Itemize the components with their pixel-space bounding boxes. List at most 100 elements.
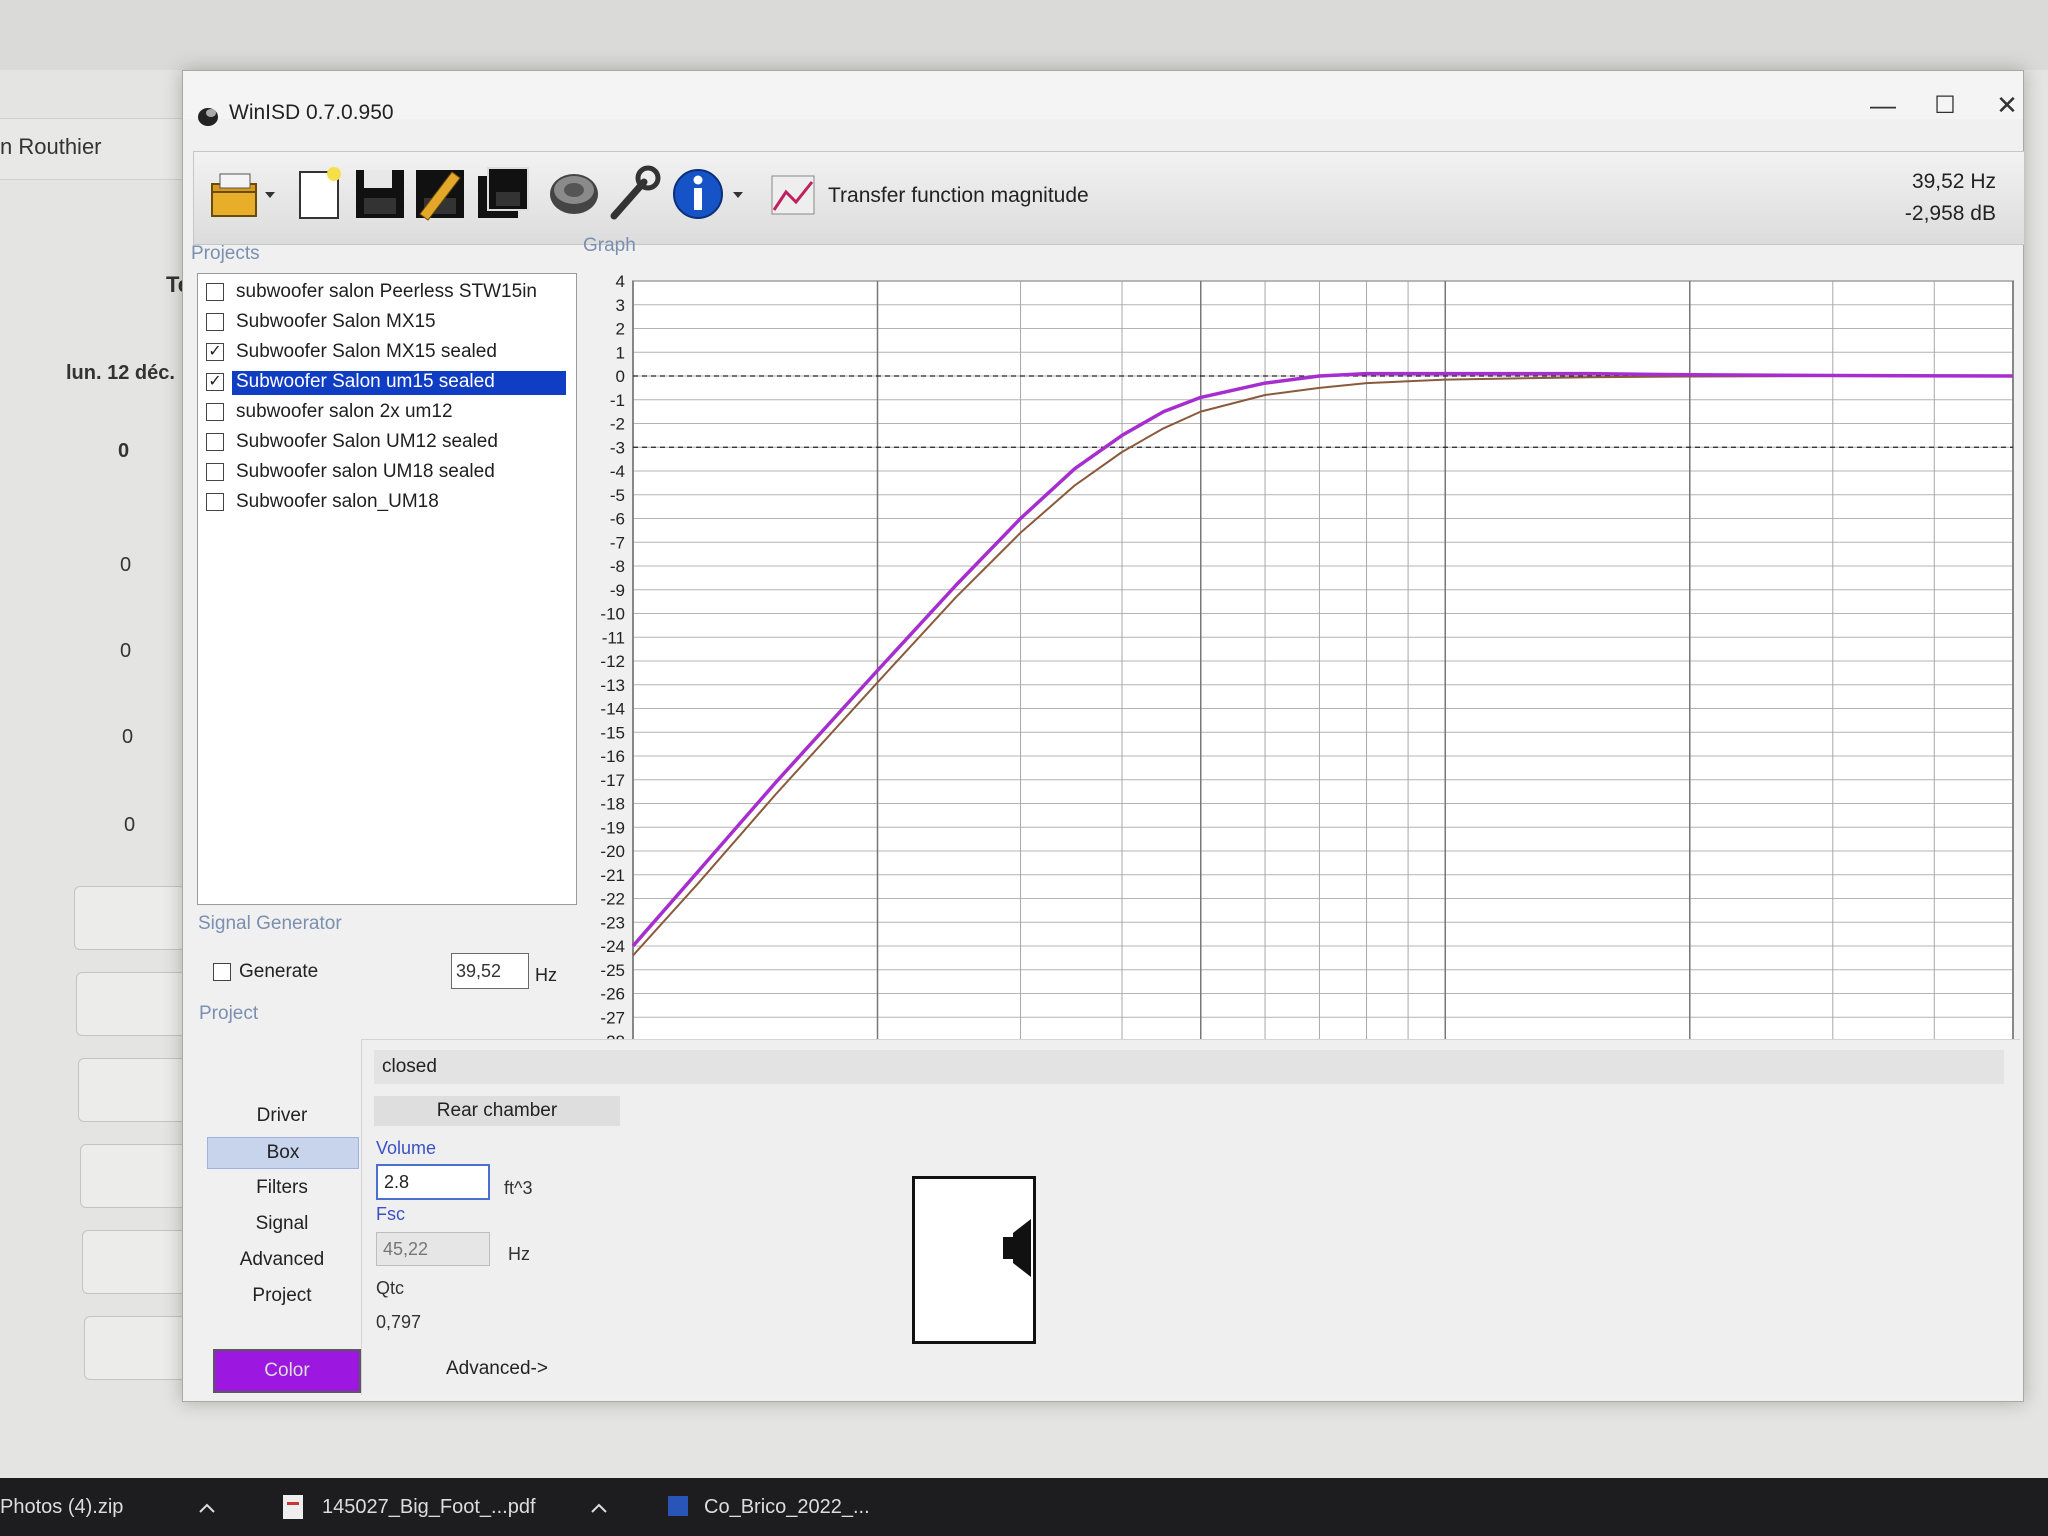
background-value: 0 [122, 726, 134, 748]
project-label: subwoofer salon 2x um12 [236, 401, 453, 422]
cursor-db-readout: -2,958 dB [1904, 202, 1996, 225]
y-tick-label: -20 [600, 842, 625, 861]
project-item[interactable]: subwoofer salon 2x um12 [204, 398, 570, 426]
new-project-icon[interactable] [292, 162, 348, 224]
save-all-icon[interactable] [476, 162, 532, 224]
fsc-label: Fsc [376, 1204, 405, 1224]
background-button [78, 1058, 190, 1122]
y-tick-label: -15 [600, 723, 625, 742]
box-type-select[interactable]: closed [374, 1050, 2004, 1084]
save-icon[interactable] [352, 162, 408, 224]
color-button[interactable]: Color [213, 1349, 361, 1393]
project-item[interactable]: Subwoofer Salon UM12 sealed [204, 428, 570, 456]
signal-generator-section-label: Signal Generator [198, 913, 342, 934]
close-button[interactable]: ✕ [1977, 85, 2037, 125]
project-item[interactable]: Subwoofer salon_UM18 [204, 488, 570, 516]
y-tick-label: -14 [600, 700, 625, 719]
document-icon [668, 1496, 688, 1516]
project-checkbox[interactable]: ✓ [206, 343, 224, 361]
project-item[interactable]: Subwoofer salon UM18 sealed [204, 458, 570, 486]
project-item[interactable]: Subwoofer Salon MX15 [204, 308, 570, 336]
nav-item-box[interactable]: Box [207, 1137, 359, 1169]
y-tick-label: 0 [616, 367, 625, 386]
project-checkbox[interactable] [206, 433, 224, 451]
y-tick-label: -19 [600, 818, 625, 837]
y-tick-label: -13 [600, 676, 625, 695]
signal-frequency-input[interactable] [451, 953, 529, 989]
volume-unit: ft^3 [504, 1178, 533, 1198]
background-date: lun. 12 déc. [66, 362, 175, 384]
tools-icon[interactable] [606, 162, 662, 224]
nav-item-signal[interactable]: Signal [207, 1209, 357, 1239]
save-as-icon[interactable] [412, 162, 468, 224]
driver-icon[interactable] [546, 162, 602, 224]
chevron-down-icon[interactable] [732, 190, 744, 200]
graph-mode-icon[interactable] [768, 162, 820, 224]
rear-chamber-tab[interactable]: Rear chamber [374, 1096, 620, 1126]
chevron-up-icon[interactable] [590, 1502, 608, 1514]
project-list[interactable]: subwoofer salon Peerless STW15in Subwoofe… [197, 273, 577, 905]
taskbar-item[interactable]: Co_Brico_2022_... [704, 1496, 870, 1519]
y-tick-label: -8 [610, 557, 625, 576]
nav-item-filters[interactable]: Filters [207, 1173, 357, 1203]
background-value: 0 [124, 814, 136, 836]
project-item[interactable]: subwoofer salon Peerless STW15in [204, 278, 570, 306]
projects-section-label: Projects [191, 243, 260, 264]
y-tick-label: 1 [616, 343, 625, 362]
background-button [74, 886, 186, 950]
title-bar[interactable]: WinISD 0.7.0.950 — ☐ ✕ [183, 71, 2023, 126]
project-checkbox[interactable] [206, 493, 224, 511]
project-checkbox[interactable] [206, 313, 224, 331]
open-folder-icon[interactable] [208, 162, 264, 224]
generate-label: Generate [239, 961, 319, 982]
chevron-up-icon[interactable] [198, 1502, 216, 1514]
maximize-button[interactable]: ☐ [1915, 85, 1975, 125]
project-checkbox[interactable] [206, 403, 224, 421]
graph-area[interactable]: 4 3 2 1 0 -1 -2 -3 -4 -5 -6 -7 -8 -9 -10 -11 -12 -13 -14 -1… [583, 261, 2019, 1091]
volume-input[interactable] [376, 1164, 490, 1200]
project-checkbox[interactable] [206, 283, 224, 301]
nav-item-project[interactable]: Project [207, 1281, 357, 1311]
project-item[interactable]: ✓ Subwoofer Salon um15 sealed [204, 368, 570, 396]
background-value: 0 [118, 440, 130, 462]
project-checkbox[interactable]: ✓ [206, 373, 224, 391]
y-tick-label: -2 [610, 415, 625, 434]
y-tick-label: -9 [610, 581, 625, 600]
minimize-button[interactable]: — [1853, 85, 1913, 125]
chevron-down-icon[interactable] [264, 190, 276, 200]
graph-mode-label[interactable]: Transfer function magnitude [828, 184, 1089, 208]
y-tick-label: 4 [616, 272, 625, 291]
fsc-field: 45,22 [376, 1232, 490, 1266]
y-tick-label: -10 [600, 605, 625, 624]
y-tick-label: -22 [600, 890, 625, 909]
qtc-label: Qtc [376, 1278, 405, 1298]
advanced-link[interactable]: Advanced-> [446, 1358, 548, 1380]
y-tick-label: -23 [600, 913, 625, 932]
project-checkbox[interactable] [206, 463, 224, 481]
y-tick-label: -21 [600, 866, 625, 885]
nav-item-driver[interactable]: Driver [207, 1101, 357, 1131]
background-header [0, 0, 2048, 70]
project-label: Subwoofer salon_UM18 [236, 491, 439, 512]
taskbar-item[interactable]: Photos (4).zip [0, 1496, 123, 1519]
y-tick-label: -26 [600, 985, 625, 1004]
y-tick-label: -11 [602, 628, 625, 647]
y-tick-label: -24 [600, 937, 625, 956]
y-tick-label: -12 [600, 652, 625, 671]
graph-section-label: Graph [583, 235, 636, 256]
nav-item-advanced[interactable]: Advanced [207, 1245, 357, 1275]
toolbar: Transfer function magnitude 39,52 Hz -2,… [193, 151, 2025, 245]
taskbar-item[interactable]: 145027_Big_Foot_...pdf [322, 1496, 536, 1519]
y-tick-label: 3 [616, 296, 625, 315]
y-tick-label: -18 [600, 795, 625, 814]
background-button [84, 1316, 196, 1380]
background-button [76, 972, 188, 1036]
qtc-value: 0,797 [376, 1312, 422, 1332]
project-item[interactable]: ✓ Subwoofer Salon MX15 sealed [204, 338, 570, 366]
info-icon[interactable] [670, 162, 726, 224]
generate-checkbox[interactable] [213, 963, 231, 981]
background-value: 0 [120, 640, 132, 662]
y-tick-label: -16 [600, 747, 625, 766]
winisd-window: WinISD 0.7.0.950 — ☐ ✕ Transfer function… [182, 70, 2025, 1402]
box-diagram [912, 1176, 1036, 1344]
